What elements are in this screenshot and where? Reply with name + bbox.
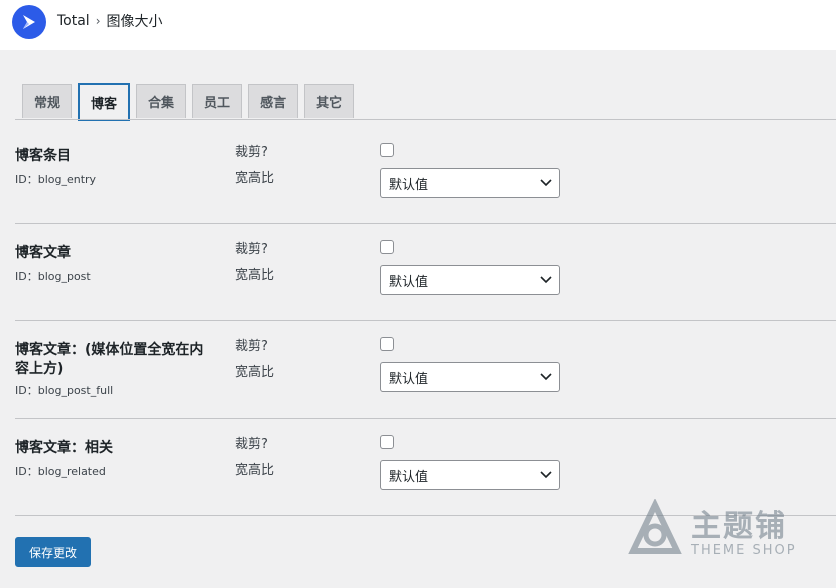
- chevron-down-icon: [540, 276, 552, 284]
- aspect-ratio-select[interactable]: 默认值: [380, 168, 560, 198]
- top-bar: Total › 图像大小: [0, 0, 836, 50]
- row-id: ID：blog_entry: [15, 173, 97, 186]
- row-id: ID：blog_related: [15, 465, 106, 478]
- aspect-ratio-value: 默认值: [389, 469, 429, 485]
- row-divider: [15, 418, 836, 419]
- crop-checkbox[interactable]: [380, 143, 394, 157]
- row-title: 博客文章：(媒体位置全宽在内容上方): [15, 342, 204, 377]
- aspect-ratio-label: 宽高比: [235, 463, 275, 478]
- tab-general[interactable]: 常规: [22, 84, 73, 118]
- crop-label: 裁剪?: [235, 242, 268, 257]
- aspect-ratio-select[interactable]: 默认值: [380, 362, 560, 392]
- row-title: 博客条目: [15, 148, 71, 164]
- watermark-title: 主题铺: [691, 509, 787, 544]
- tab-staff[interactable]: 员工: [192, 84, 243, 118]
- aspect-ratio-value: 默认值: [389, 371, 429, 387]
- crop-label: 裁剪?: [235, 437, 268, 452]
- crop-label: 裁剪?: [235, 339, 268, 354]
- tab-blog[interactable]: 博客: [78, 83, 131, 121]
- aspect-ratio-label: 宽高比: [235, 365, 275, 380]
- tab-divider: [15, 119, 836, 120]
- aspect-ratio-label: 宽高比: [235, 268, 275, 283]
- aspect-ratio-label: 宽高比: [235, 171, 275, 186]
- page-title: 图像大小: [106, 14, 163, 30]
- row-title: 博客文章: [15, 245, 71, 261]
- aspect-ratio-value: 默认值: [389, 274, 429, 290]
- chevron-down-icon: [540, 373, 552, 381]
- save-changes-button[interactable]: 保存更改: [15, 537, 91, 567]
- row-id: ID：blog_post_full: [15, 384, 114, 397]
- row-divider: [15, 223, 836, 224]
- theme-shop-watermark: 主题铺 THEME SHOP: [625, 495, 825, 565]
- crop-checkbox[interactable]: [380, 435, 394, 449]
- tab-bar: 常规 博客 合集 员工 感言 其它: [22, 83, 360, 121]
- watermark-subtitle: THEME SHOP: [691, 543, 797, 558]
- breadcrumb-root[interactable]: Total: [57, 13, 90, 29]
- crop-checkbox[interactable]: [380, 337, 394, 351]
- tab-portfolio[interactable]: 合集: [136, 84, 187, 118]
- chevron-down-icon: [540, 471, 552, 479]
- aspect-ratio-select[interactable]: 默认值: [380, 265, 560, 295]
- row-id: ID：blog_post: [15, 270, 91, 283]
- tab-other[interactable]: 其它: [304, 84, 355, 118]
- row-title: 博客文章：相关: [15, 440, 113, 456]
- breadcrumb: Total › 图像大小: [57, 11, 163, 31]
- chevron-right-icon: ›: [95, 14, 101, 28]
- total-logo-icon[interactable]: [12, 5, 46, 39]
- crop-checkbox[interactable]: [380, 240, 394, 254]
- crop-label: 裁剪?: [235, 145, 268, 160]
- theme-shop-logo-icon: [628, 499, 682, 554]
- aspect-ratio-select[interactable]: 默认值: [380, 460, 560, 490]
- aspect-ratio-value: 默认值: [389, 177, 429, 193]
- tab-testimonials[interactable]: 感言: [248, 84, 299, 118]
- chevron-down-icon: [540, 179, 552, 187]
- row-divider: [15, 320, 836, 321]
